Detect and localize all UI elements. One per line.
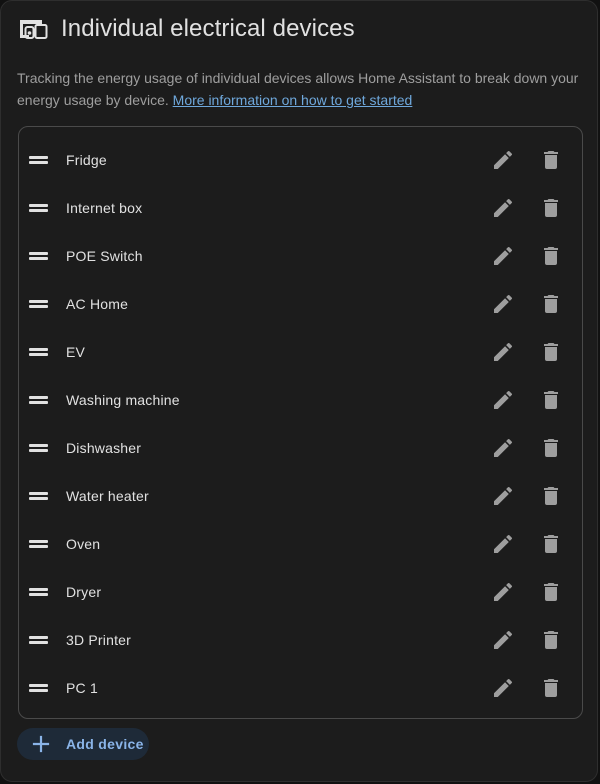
device-row: EV [19,328,582,376]
device-row: PC 1 [19,664,582,712]
device-name: Fridge [66,152,107,168]
device-row: 3D Printer [19,616,582,664]
device-name: POE Switch [66,248,143,264]
trash-icon[interactable] [539,292,563,316]
pencil-icon[interactable] [491,580,515,604]
add-device-label: Add device [66,736,144,752]
description-text: Tracking the energy usage of individual … [17,67,587,111]
pencil-icon[interactable] [491,244,515,268]
device-row: POE Switch [19,232,582,280]
device-name: Dryer [66,584,102,600]
trash-icon[interactable] [539,580,563,604]
device-row: Dishwasher [19,424,582,472]
device-name: Water heater [66,488,149,504]
card-header: Individual electrical devices [17,11,355,47]
device-row: Fridge [19,136,582,184]
trash-icon[interactable] [539,484,563,508]
drag-handle-icon[interactable] [29,442,49,454]
plus-icon [32,735,50,753]
pencil-icon[interactable] [491,484,515,508]
device-row: Internet box [19,184,582,232]
device-name: Internet box [66,200,143,216]
device-row: Oven [19,520,582,568]
pencil-icon[interactable] [491,676,515,700]
drag-handle-icon[interactable] [29,490,49,502]
device-row: Water heater [19,472,582,520]
device-name: Oven [66,536,101,552]
trash-icon[interactable] [539,676,563,700]
pencil-icon[interactable] [491,196,515,220]
drag-handle-icon[interactable] [29,346,49,358]
drag-handle-icon[interactable] [29,586,49,598]
page-title: Individual electrical devices [61,15,355,42]
device-name: 3D Printer [66,632,132,648]
drag-handle-icon[interactable] [29,202,49,214]
trash-icon[interactable] [539,532,563,556]
drag-handle-icon[interactable] [29,298,49,310]
pencil-icon[interactable] [491,340,515,364]
drag-handle-icon[interactable] [29,250,49,262]
more-info-link[interactable]: More information on how to get started [173,92,413,108]
device-name: Dishwasher [66,440,142,456]
drag-handle-icon[interactable] [29,538,49,550]
pencil-icon[interactable] [491,388,515,412]
trash-icon[interactable] [539,628,563,652]
device-row: Dryer [19,568,582,616]
device-name: Washing machine [66,392,180,408]
device-row: AC Home [19,280,582,328]
drag-handle-icon[interactable] [29,634,49,646]
energy-devices-card: Individual electrical devices Tracking t… [0,0,598,782]
pencil-icon[interactable] [491,532,515,556]
trash-icon[interactable] [539,340,563,364]
device-row: Washing machine [19,376,582,424]
trash-icon[interactable] [539,388,563,412]
pencil-icon[interactable] [491,292,515,316]
drag-handle-icon[interactable] [29,394,49,406]
device-list: Fridge Internet box POE Switch AC Home E… [18,126,583,719]
pencil-icon[interactable] [491,148,515,172]
trash-icon[interactable] [539,436,563,460]
drag-handle-icon[interactable] [29,154,49,166]
pencil-icon[interactable] [491,436,515,460]
trash-icon[interactable] [539,148,563,172]
drag-handle-icon[interactable] [29,682,49,694]
pencil-icon[interactable] [491,628,515,652]
trash-icon[interactable] [539,196,563,220]
devices-icon [20,20,48,39]
add-device-button[interactable]: Add device [17,728,149,760]
device-name: EV [66,344,86,360]
device-name: AC Home [66,296,129,312]
trash-icon[interactable] [539,244,563,268]
device-name: PC 1 [66,680,98,696]
